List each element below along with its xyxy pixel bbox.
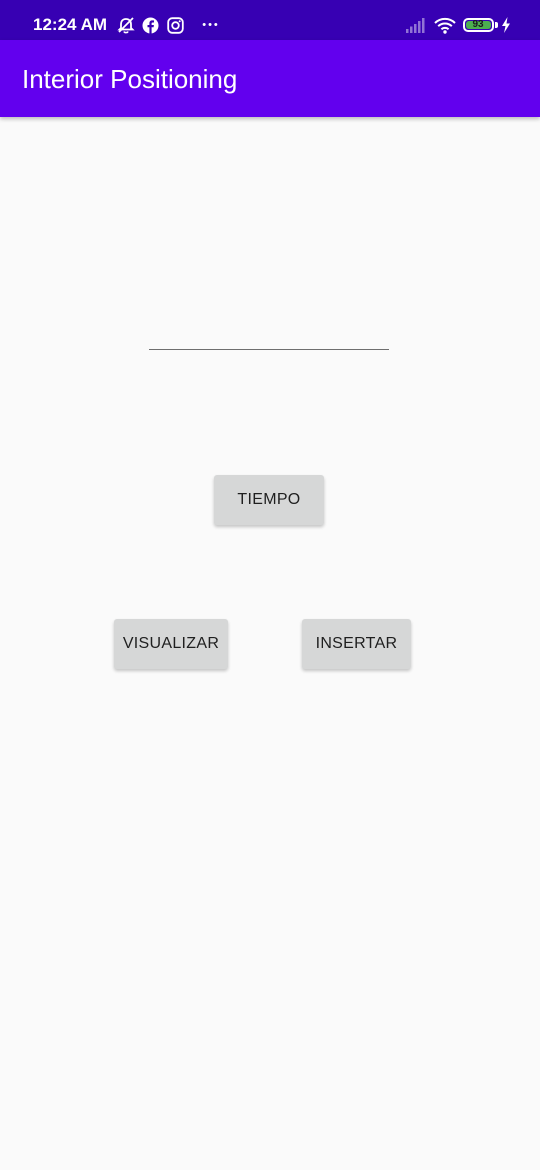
alarm-off-icon: [116, 13, 136, 37]
battery-body: 93: [462, 18, 494, 32]
app-bar: Interior Positioning: [0, 40, 540, 117]
more-dots-icon: •••: [202, 18, 220, 31]
app-title: Interior Positioning: [22, 64, 238, 94]
status-time: 12:24 AM: [33, 15, 108, 34]
insertar-button[interactable]: INSERTAR: [302, 619, 411, 669]
text-input[interactable]: [149, 318, 389, 350]
battery-cap: [494, 22, 498, 28]
visualizar-button[interactable]: VISUALIZAR: [114, 619, 228, 669]
signal-icon: [404, 13, 428, 37]
app-screen: 12:24 AM ••• 93 Interior Positioning TIE…: [0, 0, 540, 1170]
tiempo-button[interactable]: TIEMPO: [214, 475, 324, 525]
instagram-icon: [166, 13, 184, 37]
wifi-icon: [433, 13, 457, 37]
charging-icon: [500, 13, 512, 37]
battery-icon: 93: [462, 13, 498, 37]
battery-level: 93: [472, 19, 484, 30]
status-bar: 12:24 AM ••• 93: [0, 0, 540, 40]
facebook-icon: [141, 13, 159, 37]
